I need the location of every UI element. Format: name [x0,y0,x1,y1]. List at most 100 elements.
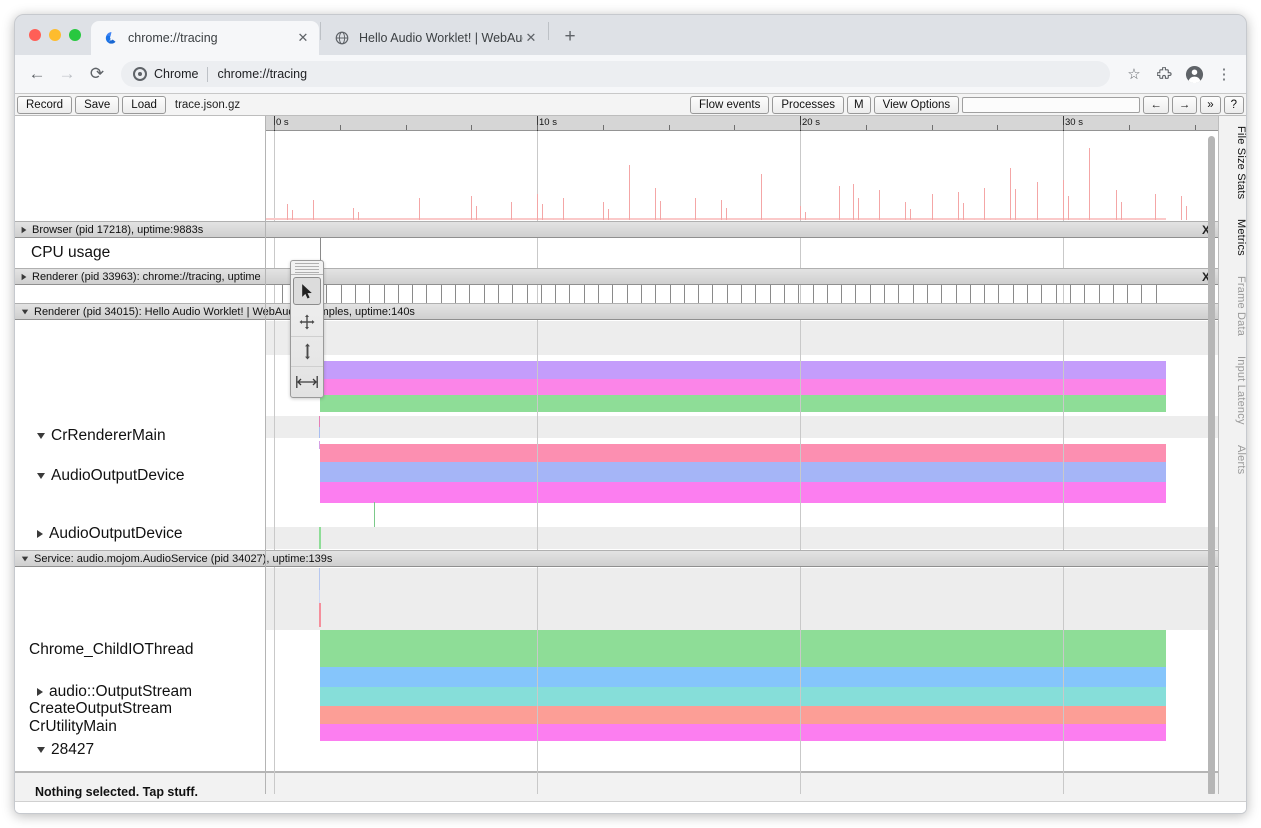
track-label-audiooutputdevice-1[interactable]: AudioOutputDevice [37,467,185,485]
ruler-minor-tick [1129,125,1130,130]
slice-bar-green[interactable] [320,395,1166,412]
close-icon[interactable]: ✕ [295,30,311,46]
slice-bar-purple[interactable] [320,361,1166,379]
track-label-createoutputstream[interactable]: CreateOutputStream [29,700,172,718]
close-icon[interactable]: ✕ [523,30,539,46]
track-row-crrenderermain[interactable] [266,321,1218,355]
track-label-crutilitymain[interactable]: CrUtilityMain [29,718,117,736]
search-next-button[interactable]: → [1172,96,1198,114]
tab-frame-data[interactable]: Frame Data [1219,266,1246,346]
track-label-28427[interactable]: 28427 [37,741,94,759]
time-ruler[interactable]: 0 s 10 s 20 s 30 s [266,116,1218,131]
overflow-button[interactable]: » [1200,96,1220,114]
cpu-spike [313,200,314,220]
slice-bar-green[interactable] [320,630,1166,667]
search-prev-button[interactable]: ← [1143,96,1169,114]
forward-icon[interactable]: → [53,60,81,88]
chevron-down-icon[interactable] [22,309,28,314]
track-label-audio-outputstream[interactable]: audio::OutputStream [37,683,192,701]
view-options-button[interactable]: View Options [874,96,960,114]
track-row-audio-outputstream[interactable] [266,568,1218,630]
metrics-toggle-button[interactable]: M [847,96,871,114]
process-header-renderer-tracing-label[interactable]: Renderer (pid 33963): chrome://tracing, … [15,268,265,285]
track-row-audiooutputdevice-1[interactable] [266,361,1218,413]
process-header-renderer-audioworklet-label[interactable]: Renderer (pid 34015): Hello Audio Workle… [15,303,1220,320]
timeline-chart-pane[interactable]: 0 s 10 s 20 s 30 s [266,116,1218,794]
chevron-right-icon[interactable] [37,530,43,538]
save-button[interactable]: Save [75,96,119,114]
new-tab-button[interactable]: + [556,23,584,51]
slice-bar-magenta[interactable] [320,379,1166,395]
process-header-renderer-tracing[interactable]: X [266,268,1218,285]
cpu-spike [1089,148,1090,220]
omnibox-divider [207,67,208,82]
zoom-tool[interactable] [291,337,323,367]
slice-bar-hotpink[interactable] [320,482,1166,503]
label-text: CrRendererMain [51,427,166,445]
tab-metrics[interactable]: Metrics [1219,209,1246,266]
label-text: CrUtilityMain [29,718,117,736]
reload-icon[interactable]: ⟳ [83,60,111,88]
minimize-window-button[interactable] [49,29,61,41]
vertical-scrollbar[interactable] [1206,132,1217,790]
tab-file-size-stats[interactable]: File Size Stats [1219,116,1246,209]
puzzle-icon[interactable] [1150,60,1178,88]
ruler-tick-20: 20 s [800,117,820,128]
track-row-audiooutputdevice-2[interactable] [266,416,1218,438]
close-window-button[interactable] [29,29,41,41]
track-row-audioworklet-thread[interactable] [266,441,1218,503]
slice-bar-salmon[interactable] [320,706,1166,724]
slice-bar-periwinkle[interactable] [320,462,1166,482]
track-label-chrome-childiothread[interactable]: Chrome_ChildIOThread [29,641,194,659]
search-input[interactable] [962,97,1140,113]
cpu-spike [963,203,964,220]
chevron-right-icon[interactable] [22,226,27,232]
address-bar[interactable]: Chrome chrome://tracing [121,61,1110,87]
chevron-right-icon[interactable] [22,273,27,279]
label-text: Browser (pid 17218), uptime:9883s [32,224,203,236]
process-header-browser-label[interactable]: Browser (pid 17218), uptime:9883s [15,221,265,238]
slice-bar-teal[interactable] [320,687,1166,706]
scrollbar-thumb[interactable] [1208,136,1215,794]
side-panel-tabs: File Size Stats Metrics Frame Data Input… [1218,116,1246,794]
cpu-spike [1181,196,1182,220]
help-button[interactable]: ? [1224,96,1244,114]
track-row-28427[interactable] [266,630,1218,742]
browser-track-rows [266,238,1218,268]
drag-handle[interactable] [291,261,323,275]
slice-bar-hotpink[interactable] [320,724,1166,741]
selection-tool[interactable] [293,277,321,305]
pan-tool[interactable] [291,307,323,337]
pane-divider[interactable] [265,116,266,794]
chevron-right-icon[interactable] [37,688,43,696]
profile-icon[interactable] [1180,60,1208,88]
slice-bar-blue[interactable] [320,667,1166,687]
chevron-down-icon[interactable] [37,747,45,753]
tool-palette[interactable] [290,260,324,398]
slice-bar-pink[interactable] [320,444,1166,462]
load-button[interactable]: Load [122,96,166,114]
back-icon[interactable]: ← [23,60,51,88]
tab-input-latency[interactable]: Input Latency [1219,346,1246,435]
timing-tool[interactable] [291,367,323,397]
record-button[interactable]: Record [17,96,72,114]
tab-chrome-tracing[interactable]: chrome://tracing ✕ [91,21,319,55]
globe-icon [334,30,350,46]
chevron-down-icon[interactable] [22,556,28,561]
browser-menu-icon[interactable]: ⋮ [1210,60,1238,88]
track-row-chrome-childiothread[interactable] [266,527,1218,549]
maximize-window-button[interactable] [69,29,81,41]
track-label-crrenderermain[interactable]: CrRendererMain [37,427,166,445]
chevron-down-icon[interactable] [37,473,45,479]
bookmark-star-icon[interactable]: ☆ [1120,60,1148,88]
processes-button[interactable]: Processes [772,96,844,114]
tab-hello-audio-worklet[interactable]: Hello Audio Worklet! | WebAud ✕ [322,21,547,55]
process-header-browser[interactable]: X [266,221,1218,238]
tab-alerts[interactable]: Alerts [1219,435,1246,484]
track-label-audiooutputdevice-2[interactable]: AudioOutputDevice [37,525,183,543]
process-header-audio-service-label[interactable]: Service: audio.mojom.AudioService (pid 3… [15,550,1220,567]
chevron-down-icon[interactable] [37,433,45,439]
flow-events-button[interactable]: Flow events [690,96,769,114]
cpu-usage-label: CPU usage [31,244,110,262]
timeline-area[interactable]: CPU usage CrRendererMain AudioOutputDevi… [15,116,1246,794]
